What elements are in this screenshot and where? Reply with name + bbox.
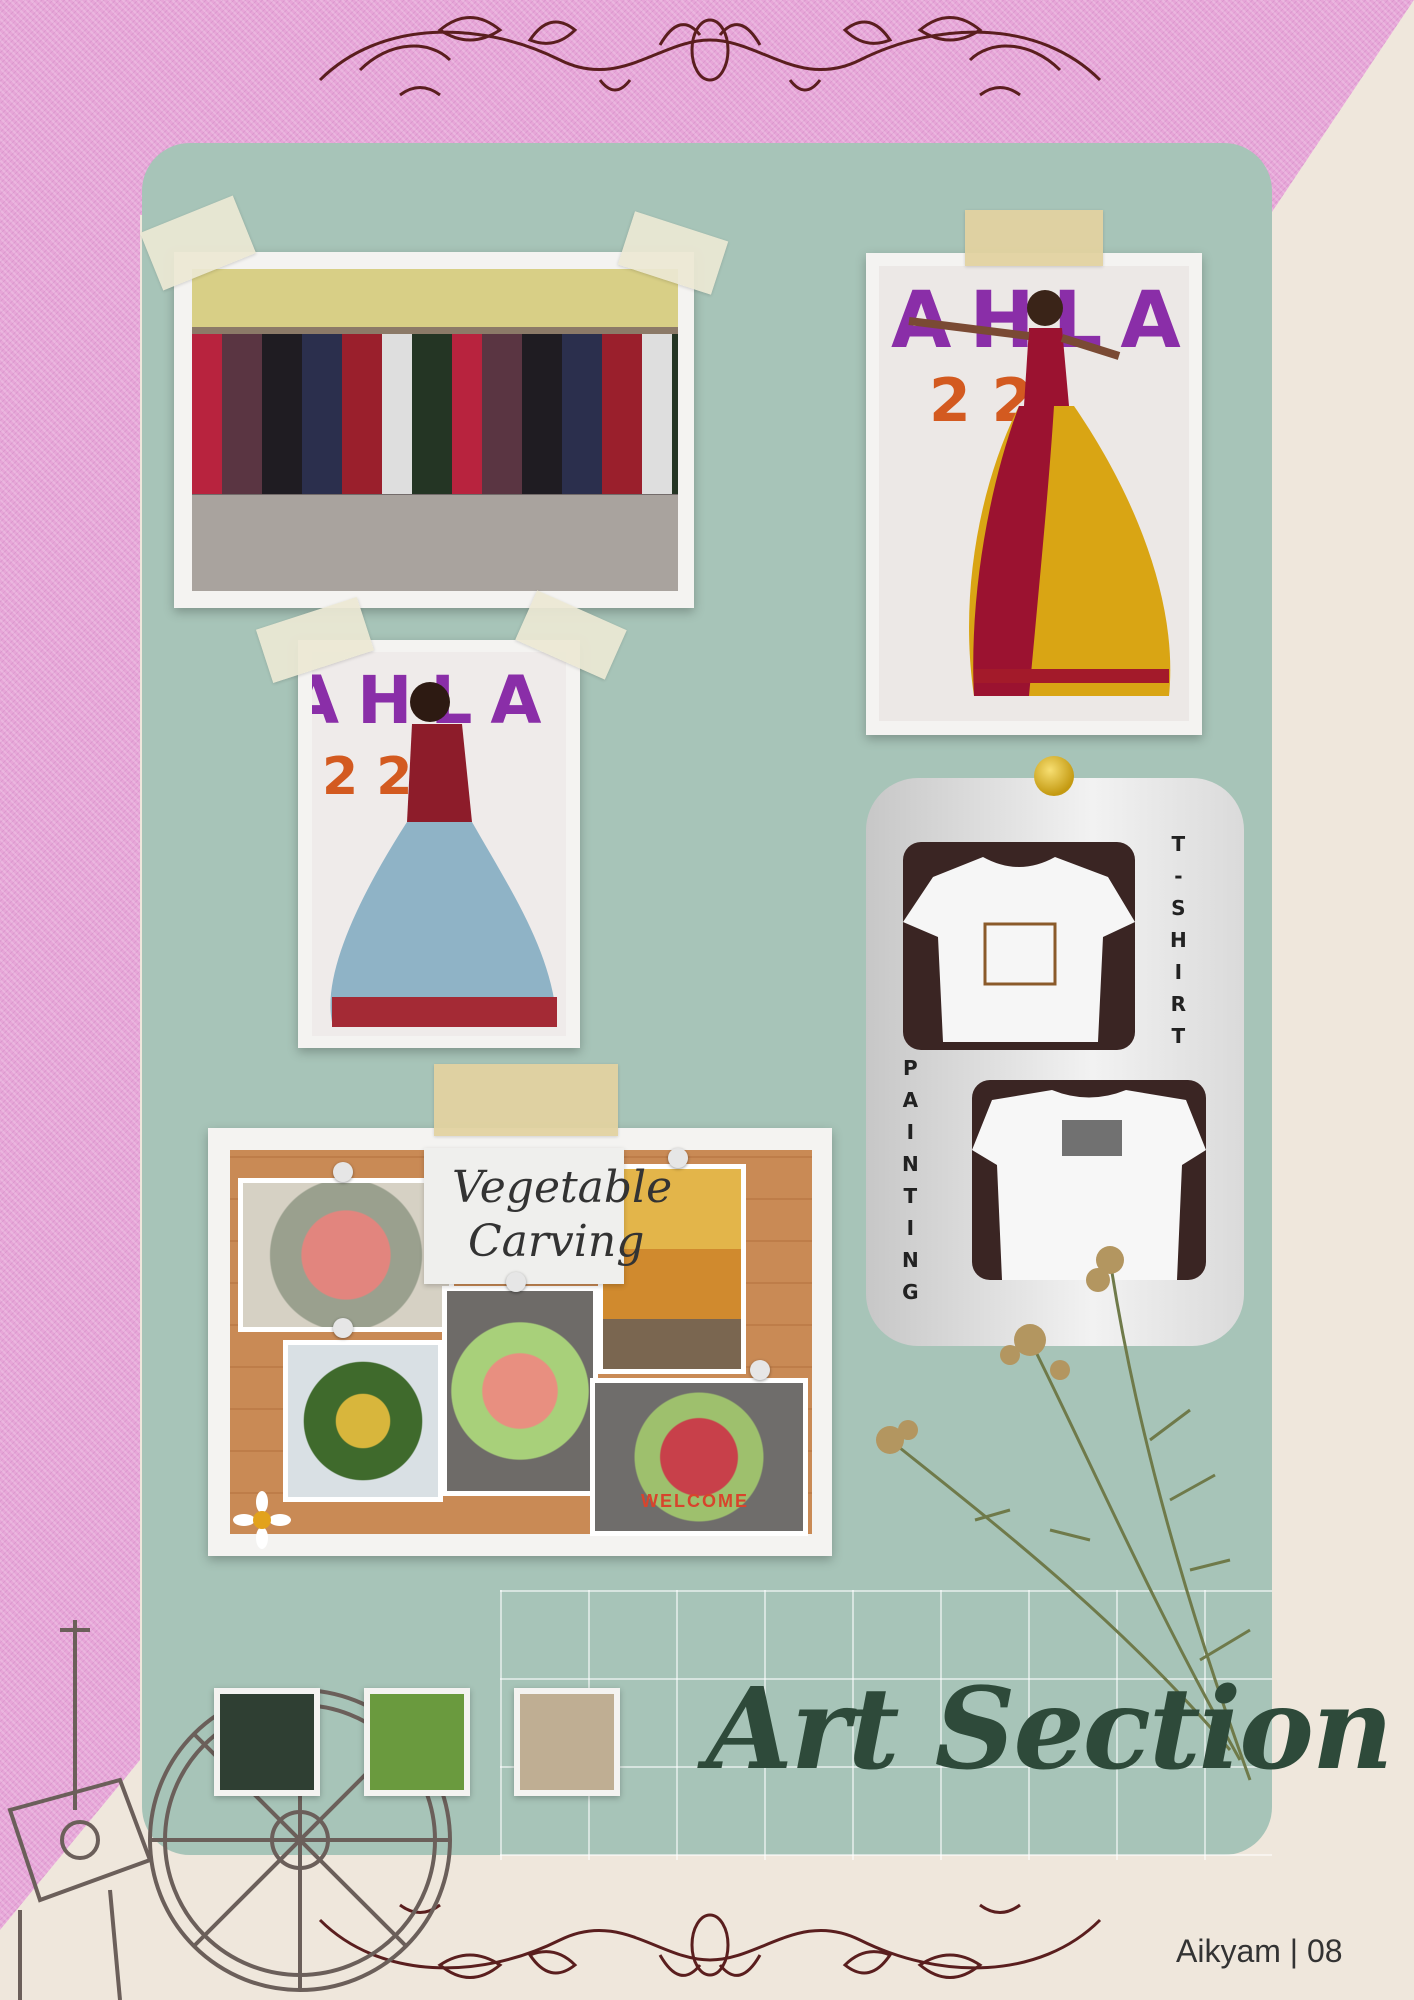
- dancer-photo-frame-2: AHLA 2 2: [298, 640, 580, 1048]
- tape-strip: [434, 1064, 618, 1136]
- group-facepaint-photo-frame: [174, 252, 694, 608]
- pushpin-icon: [1034, 756, 1074, 796]
- flower-carving-photo: [283, 1340, 443, 1502]
- pin-icon: [333, 1162, 353, 1182]
- daisy-icon: [233, 1491, 291, 1549]
- melon-basket-photo: [442, 1286, 598, 1496]
- watermelon-carving-photo: [238, 1178, 454, 1332]
- plate-welcome-text: WELCOME: [641, 1491, 749, 1511]
- tape-strip: [965, 210, 1103, 266]
- top-floral-ornament: [318, 16, 1102, 97]
- dancer-figure: [908, 290, 1171, 696]
- dancer-figure: [330, 682, 557, 1027]
- group-facepaint-photo: [192, 269, 678, 591]
- pin-icon: [333, 1318, 353, 1338]
- tshirt-vertical-label: T- SH IR T: [1170, 832, 1187, 1048]
- vegetable-carving-title-card: Vegetable Carving: [424, 1148, 672, 1284]
- dancer-photo-2: AHLA 2 2: [312, 652, 566, 1036]
- vegetable-carving-collage-frame: WELCOME Vegetable Carving: [208, 1128, 832, 1556]
- tshirt-front-photo: [903, 842, 1135, 1050]
- welcome-basket-photo: WELCOME: [590, 1378, 808, 1536]
- pin-icon: [668, 1148, 688, 1168]
- page-footer: Aikyam | 08: [1176, 1933, 1343, 1969]
- spinning-wheel-illustration: [7, 1620, 452, 2000]
- palette-swatch-taupe: [514, 1688, 620, 1796]
- pin-icon: [506, 1272, 526, 1292]
- vegetable-carving-title-line1: Vegetable: [452, 1162, 673, 1213]
- dancer-photo-1: AHLA 2 2: [879, 266, 1189, 721]
- dancer-photo-frame-1: AHLA 2 2: [866, 253, 1202, 735]
- vegetable-carving-title-line2: Carving: [468, 1216, 645, 1267]
- palette-swatch-green: [364, 1688, 470, 1796]
- section-title: Art Section: [706, 1664, 1393, 1795]
- palette-swatch-dark-green: [214, 1688, 320, 1796]
- pin-icon: [750, 1360, 770, 1380]
